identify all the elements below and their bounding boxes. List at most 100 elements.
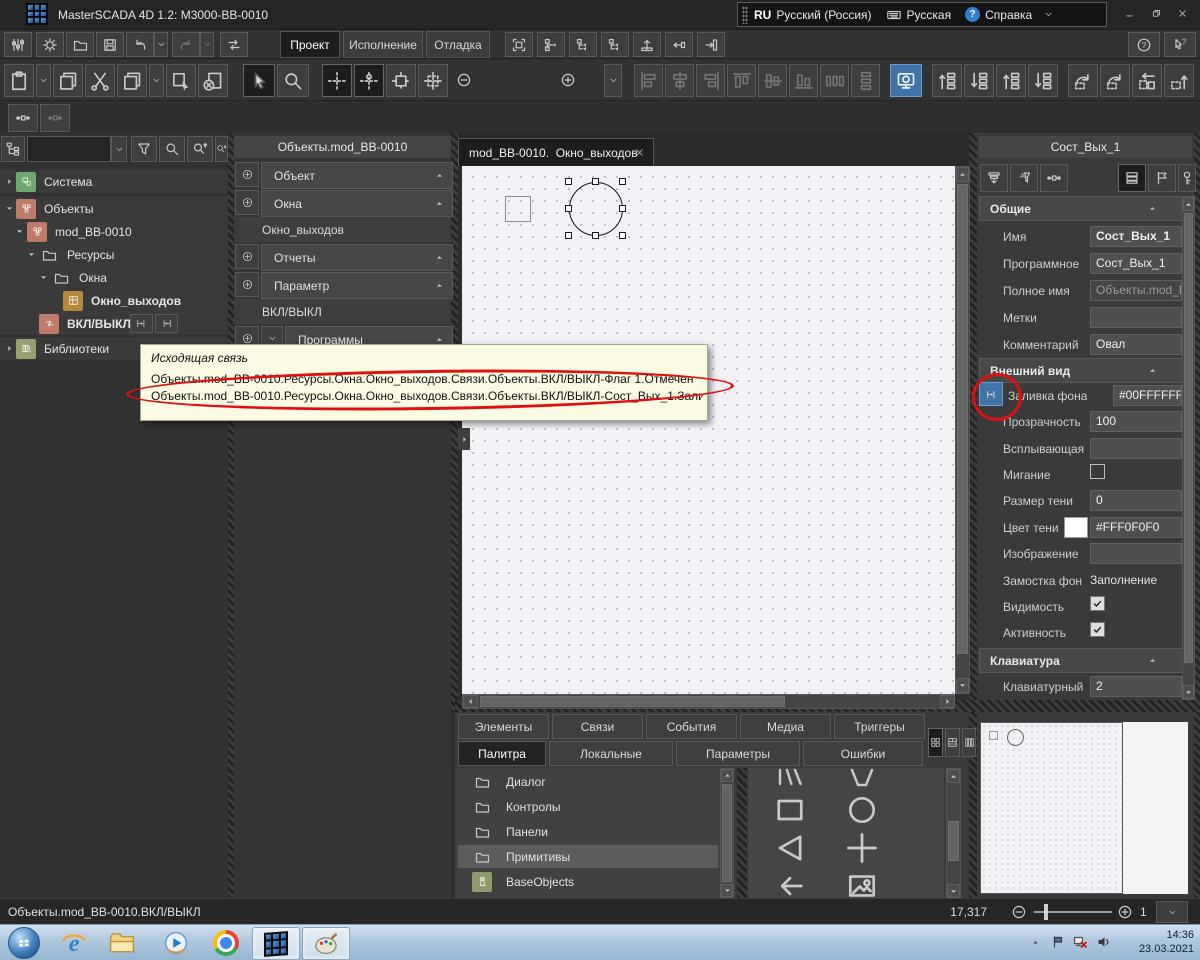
- duplicate-dropdown[interactable]: [149, 64, 164, 97]
- vscroll-thumb[interactable]: [957, 184, 968, 654]
- collapse-icon[interactable]: [435, 335, 444, 344]
- copy-button[interactable]: [53, 64, 83, 97]
- taskbar-ie[interactable]: e: [56, 927, 92, 958]
- ellipse-shape[interactable]: [569, 182, 623, 236]
- palette-group-panels[interactable]: Панели: [458, 820, 718, 843]
- lang-badge[interactable]: RU: [754, 8, 771, 22]
- selection-handle[interactable]: [619, 178, 626, 185]
- align-bottom-button[interactable]: [789, 64, 818, 97]
- bring-front-button[interactable]: [932, 64, 962, 97]
- prop-kbd-value[interactable]: 2: [1090, 676, 1182, 697]
- open-project-button[interactable]: [66, 32, 94, 57]
- props-collapse-all-button[interactable]: [980, 164, 1008, 192]
- selection-handle[interactable]: [565, 178, 572, 185]
- prop-tiling-value[interactable]: Заполнение: [1090, 573, 1157, 587]
- tab-parameters[interactable]: Параметры: [676, 741, 800, 766]
- prop-progname-value[interactable]: Сост_Вых_1: [1090, 253, 1182, 274]
- tray-network-icon[interactable]: [1072, 934, 1088, 950]
- paste-dropdown[interactable]: [36, 64, 51, 97]
- collapse-icon[interactable]: [435, 171, 444, 180]
- props-section-appearance[interactable]: Внешний вид: [979, 358, 1184, 383]
- context-help-button[interactable]: ?: [1164, 32, 1196, 57]
- tree-search-up-button[interactable]: [187, 136, 213, 162]
- palette-vscrollbar[interactable]: [720, 768, 734, 898]
- tree-export-button[interactable]: [569, 32, 597, 57]
- section-object[interactable]: Объект: [261, 162, 453, 189]
- tree-filter-button[interactable]: [131, 136, 157, 162]
- align-right-button[interactable]: [696, 64, 725, 97]
- start-button[interactable]: [6, 927, 42, 958]
- status-zoom-dropdown[interactable]: [1156, 901, 1188, 923]
- taskbar-clock[interactable]: 14:36 23.03.2021: [1139, 928, 1194, 956]
- tree-item-windows[interactable]: Окна: [0, 266, 228, 289]
- grid-frame-button[interactable]: [386, 64, 416, 97]
- duplicate-button[interactable]: [117, 64, 147, 97]
- snap-toggle-button[interactable]: [354, 64, 384, 97]
- triangle-shape-icon[interactable]: [772, 830, 808, 866]
- status-zoom-slider-handle[interactable]: [1044, 904, 1048, 920]
- send-back-button[interactable]: [964, 64, 994, 97]
- align-center-button[interactable]: [665, 64, 694, 97]
- prop-shadowcolor-swatch[interactable]: [1064, 517, 1088, 538]
- splitter[interactable]: [451, 133, 458, 712]
- rectangle-shape-icon[interactable]: [772, 792, 808, 828]
- collapse-icon[interactable]: [1148, 366, 1157, 375]
- tree-item-mod-bb-0010[interactable]: mod_BB-0010: [0, 220, 228, 243]
- group-link-button[interactable]: [8, 104, 38, 132]
- scroll-left-button[interactable]: [463, 695, 478, 708]
- tree-search-button[interactable]: [159, 136, 185, 162]
- props-vscrollbar[interactable]: [1182, 196, 1195, 700]
- grid-toggle-button[interactable]: [322, 64, 352, 97]
- add-window-button[interactable]: [235, 190, 259, 215]
- tab-events[interactable]: События: [646, 714, 737, 739]
- redo-dropdown[interactable]: [200, 32, 214, 57]
- align-top-button[interactable]: [727, 64, 756, 97]
- palette-splitter[interactable]: [737, 768, 747, 898]
- collapse-icon[interactable]: [435, 253, 444, 262]
- scroll-right-button[interactable]: [940, 695, 955, 708]
- zoom-tool-button[interactable]: [277, 64, 309, 97]
- arc-shape-icon[interactable]: [846, 768, 878, 794]
- expander-collapsed-icon[interactable]: [4, 344, 14, 354]
- splitter[interactable]: [969, 133, 977, 898]
- link-in-button[interactable]: [665, 32, 693, 57]
- props-keys-button[interactable]: [1178, 164, 1196, 192]
- scroll-down-button[interactable]: [1183, 685, 1194, 699]
- collapse-icon[interactable]: [1148, 204, 1157, 213]
- section-reports[interactable]: Отчеты: [261, 244, 453, 271]
- hscroll-thumb[interactable]: [480, 696, 785, 707]
- shapes-vscroll-thumb[interactable]: [948, 821, 959, 861]
- selection-handle[interactable]: [592, 178, 599, 185]
- tree-item-on-off[interactable]: ВКЛ/ВЫКЛ: [0, 312, 228, 335]
- status-zoom-in-button[interactable]: [1114, 901, 1136, 923]
- taskbar-wmp[interactable]: [158, 927, 194, 958]
- tree-search-dropdown[interactable]: [111, 136, 127, 162]
- tab-errors[interactable]: Ошибки: [803, 741, 923, 766]
- distribute-v-button[interactable]: [851, 64, 880, 97]
- add-object-button[interactable]: [235, 162, 259, 187]
- flip-v-button[interactable]: [1164, 64, 1194, 97]
- panel-collapse-handle[interactable]: [458, 428, 470, 450]
- prop-shadowcolor-value[interactable]: #FFF0F0F0: [1090, 517, 1182, 538]
- selection-handle[interactable]: [619, 232, 626, 239]
- flip-h-button[interactable]: [1132, 64, 1162, 97]
- delete-button[interactable]: [198, 64, 228, 97]
- add-parameter-button[interactable]: [235, 272, 259, 297]
- palette-group-dialog[interactable]: Диалог: [458, 770, 718, 793]
- square-shape[interactable]: [505, 196, 531, 222]
- palette-group-primitives[interactable]: Примитивы: [458, 845, 718, 868]
- distribute-h-button[interactable]: [820, 64, 849, 97]
- expander-expanded-icon[interactable]: [38, 273, 48, 283]
- selection-handle[interactable]: [619, 205, 626, 212]
- send-backward-button[interactable]: [1028, 64, 1058, 97]
- grid-size-decrease[interactable]: [452, 68, 476, 92]
- prop-image-value[interactable]: [1090, 543, 1182, 564]
- tree-push-button[interactable]: [537, 32, 565, 57]
- scroll-down-button[interactable]: [947, 884, 960, 898]
- section-windows[interactable]: Окна: [261, 190, 453, 217]
- tab-links[interactable]: Связи: [552, 714, 643, 739]
- prop-active-checkbox[interactable]: [1090, 622, 1105, 637]
- expander-expanded-icon[interactable]: [4, 204, 14, 214]
- tab-debug[interactable]: Отладка: [426, 31, 490, 58]
- grid-options-dropdown[interactable]: [604, 64, 622, 97]
